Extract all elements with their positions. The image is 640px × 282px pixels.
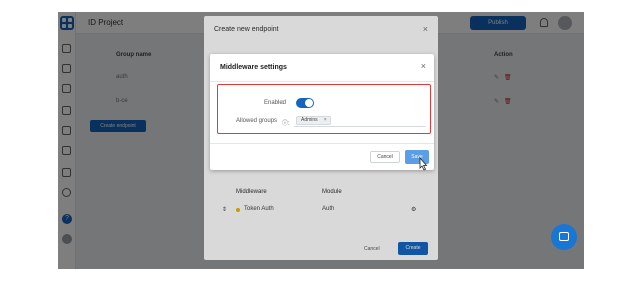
middleware-settings-dialog: Middleware settings × Enabled : Allowed … [210, 54, 434, 171]
chat-button[interactable] [551, 224, 577, 250]
allowed-groups-label: Allowed groups [236, 118, 278, 124]
toggle-knob [305, 99, 313, 107]
remove-tag-icon[interactable]: × [324, 117, 327, 124]
enabled-toggle[interactable] [296, 98, 314, 108]
dialog-title: Middleware settings [220, 64, 287, 71]
info-icon[interactable]: ⓘ: [282, 118, 290, 127]
divider [210, 81, 434, 82]
close-icon[interactable]: × [421, 61, 426, 71]
allowed-groups-input[interactable]: Admins × [294, 115, 426, 127]
app-window: ? ID Project Publish Group name Action a… [58, 12, 584, 269]
chat-icon [559, 232, 569, 241]
mouse-cursor-icon [419, 157, 428, 171]
divider [210, 143, 434, 144]
group-tag: Admins × [296, 116, 331, 125]
cancel-button[interactable]: Cancel [370, 151, 400, 163]
highlight-box: Enabled : Allowed groups ⓘ: Admins × [217, 84, 431, 134]
